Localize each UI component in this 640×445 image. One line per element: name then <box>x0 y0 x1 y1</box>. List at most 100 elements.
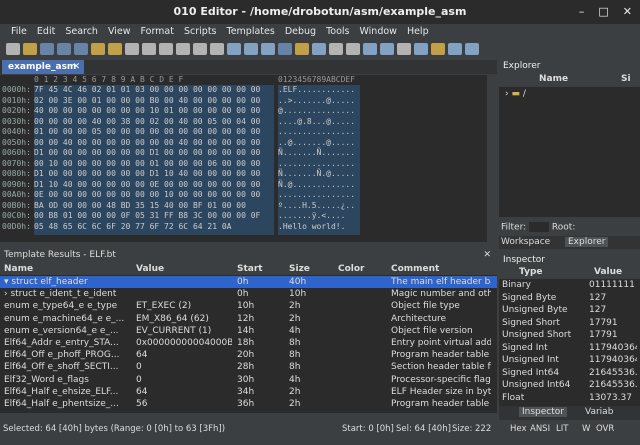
hex-bytes[interactable]: 05 48 65 6C 6C 6F 20 77 6F 72 6C 64 21 0… <box>34 222 231 232</box>
paragraph-icon[interactable] <box>346 43 360 55</box>
panel-close-icon[interactable]: ✕ <box>483 248 491 262</box>
inspector-row[interactable]: Signed Int64 21645536... <box>499 367 640 379</box>
hex-ascii[interactable]: º....H.5.....¿.. <box>278 201 355 211</box>
paste-icon[interactable] <box>142 43 156 55</box>
histogram-icon[interactable] <box>431 43 445 55</box>
cut-icon[interactable] <box>125 43 139 55</box>
menu-help[interactable]: Help <box>402 24 434 40</box>
bookmark-icon[interactable] <box>397 43 411 55</box>
hex-ascii[interactable]: ....@.8...@..... <box>278 117 355 127</box>
explorer-col-name[interactable]: Name <box>539 74 568 84</box>
inspector-row[interactable]: Signed Int 1179403647 <box>499 342 640 354</box>
template-row[interactable]: Elf64_Off e_shoff_SECTI...028h8hFg: Bg:S… <box>0 361 497 373</box>
template-row[interactable]: Elf64_Off e_phoff_PROG...6420h8hFg: Bg:P… <box>0 349 497 361</box>
tab-variables[interactable]: Variab <box>585 407 613 417</box>
template-row[interactable]: enum e_machine64_e e_... EM_X86_64 (62) 12… <box>0 313 497 325</box>
hex-editor[interactable]: 0 1 2 3 4 5 6 7 8 9 A B C D E F 01234567… <box>0 75 497 242</box>
hex-bytes[interactable]: 01 00 00 00 05 00 00 00 00 00 00 00 00 0… <box>34 127 260 137</box>
template-row[interactable]: Elf32_Word e_flags030h4hFg: Bg:Processor… <box>0 374 497 386</box>
menu-tools[interactable]: Tools <box>321 24 354 40</box>
tab-explorer[interactable]: Explorer <box>565 237 609 247</box>
inspector-row[interactable]: Binary 01111111 <box>499 279 640 291</box>
hex-bytes[interactable]: 02 00 3E 00 01 00 00 00 B0 00 40 00 00 0… <box>34 96 260 106</box>
template-row[interactable]: › struct e_ident_t e_ident0h10hFg: Bg:Ma… <box>0 288 497 300</box>
status-hex[interactable]: Hex <box>510 423 527 435</box>
minimize-icon[interactable]: – <box>579 0 585 24</box>
hex-bytes[interactable]: 7F 45 4C 46 02 01 01 03 00 00 00 00 00 0… <box>34 85 260 95</box>
hex-ascii[interactable]: @............... <box>278 106 355 116</box>
status-ovr[interactable]: OVR <box>596 423 614 435</box>
inspector-row[interactable]: Signed Byte 127 <box>499 292 640 304</box>
calculator-icon[interactable] <box>414 43 428 55</box>
save-icon[interactable] <box>40 43 54 55</box>
tab-close-icon[interactable]: ✕ <box>72 60 80 74</box>
menu-templates[interactable]: Templates <box>222 24 280 40</box>
menu-edit[interactable]: Edit <box>32 24 60 40</box>
hex-ascii[interactable]: ................ <box>278 127 355 137</box>
tab-workspace[interactable]: Workspace <box>501 237 550 247</box>
maximize-icon[interactable]: □ <box>598 0 608 24</box>
hex-ascii[interactable]: Ñ.......Ñ....... <box>278 148 355 158</box>
hex-bytes[interactable]: 00 00 00 00 40 00 38 00 02 00 40 00 05 0… <box>34 117 260 127</box>
template-row[interactable]: Elf64_Half e_phentsize_...5636h2hFg: Bg:… <box>0 398 497 410</box>
hex-bytes[interactable]: 00 10 00 00 00 00 00 00 01 00 00 00 06 0… <box>34 159 260 169</box>
tab-inspector[interactable]: Inspector <box>519 407 567 417</box>
template-row[interactable]: Elf64_Addr e_entry_STA... 0x0000000000400… <box>0 337 497 349</box>
copy-icon[interactable] <box>74 43 88 55</box>
menu-format[interactable]: Format <box>136 24 179 40</box>
hex-bytes[interactable]: BA 0D 00 00 00 48 BD 35 15 40 00 BF 01 0… <box>34 201 246 211</box>
open-file-icon[interactable] <box>23 43 37 55</box>
chevron-right-icon[interactable]: › <box>505 89 509 99</box>
hex-bytes[interactable]: D1 10 40 00 00 00 00 00 0E 00 00 00 00 0… <box>34 180 260 190</box>
hex-bytes[interactable]: 00 00 40 00 00 00 00 00 00 00 40 00 00 0… <box>34 138 260 148</box>
inspector-col-value[interactable]: Value <box>594 267 622 277</box>
hex-mode-icon[interactable] <box>312 43 326 55</box>
menu-file[interactable]: File <box>6 24 32 40</box>
hex-bytes[interactable]: D1 00 00 00 00 00 00 00 D1 10 40 00 00 0… <box>34 169 260 179</box>
columns-icon[interactable] <box>363 43 377 55</box>
tree-item-root[interactable]: › ▬ / <box>505 89 526 99</box>
redo-icon[interactable] <box>193 43 207 55</box>
hex-ascii[interactable]: Ñ.@............. <box>278 180 355 190</box>
goto-icon[interactable] <box>244 43 258 55</box>
status-w[interactable]: W <box>582 423 590 435</box>
inspector-row[interactable]: Unsigned Short 17791 <box>499 329 640 341</box>
template-row[interactable]: Elf64_Half e_ehsize_ELF...6434h2hFg: Bg:… <box>0 386 497 398</box>
inspector-col-type[interactable]: Type <box>519 267 542 277</box>
template-icon[interactable] <box>278 43 292 55</box>
hex-bytes[interactable]: D1 00 00 00 00 00 00 00 D1 00 00 00 00 0… <box>34 148 260 158</box>
col-size[interactable]: Size <box>289 263 335 275</box>
menu-debug[interactable]: Debug <box>280 24 321 40</box>
inspector-row[interactable]: Unsigned Int64 21645536... <box>499 379 640 391</box>
menu-window[interactable]: Window <box>354 24 401 40</box>
close-icon[interactable]: ✕ <box>623 0 632 24</box>
new-file-icon[interactable] <box>6 43 20 55</box>
col-comment[interactable]: Comment <box>391 263 491 275</box>
folder-icon[interactable] <box>91 43 105 55</box>
template-row[interactable]: enum e_type64_e e_typeET_EXEC (2)10h2hFg… <box>0 300 497 312</box>
workspace-icon[interactable] <box>108 43 122 55</box>
hex-bytes[interactable]: 0E 00 00 00 00 00 00 00 00 10 00 00 00 0… <box>34 190 260 200</box>
script-icon[interactable] <box>295 43 309 55</box>
inspector-row[interactable]: Unsigned Byte 127 <box>499 304 640 316</box>
hex-ascii[interactable]: .......ÿ.<.... <box>278 211 345 221</box>
explorer-col-si[interactable]: Si <box>621 74 631 84</box>
col-value[interactable]: Value <box>136 263 232 275</box>
hex-bytes[interactable]: 40 00 00 00 00 00 00 00 10 01 00 00 00 0… <box>34 106 260 116</box>
template-row[interactable]: ▾ struct elf_header0h40hFg: Bg:The main … <box>0 276 497 288</box>
split-icon[interactable] <box>380 43 394 55</box>
col-start[interactable]: Start <box>237 263 283 275</box>
undo-icon[interactable] <box>176 43 190 55</box>
replace-icon[interactable] <box>227 43 241 55</box>
status-ansi[interactable]: ANSI <box>530 423 550 435</box>
col-color[interactable]: Color <box>338 263 388 275</box>
col-name[interactable]: Name <box>4 263 132 275</box>
menu-view[interactable]: View <box>103 24 136 40</box>
hex-ascii[interactable]: .ELF............ <box>278 85 355 95</box>
tab-example-asm[interactable]: example_asm ✕ <box>2 60 84 74</box>
checksum-icon[interactable] <box>465 43 479 55</box>
inspector-row[interactable]: Float 13073.37 <box>499 392 640 404</box>
hex-ascii[interactable]: ..@.......@..... <box>278 138 355 148</box>
inspector-row[interactable]: Unsigned Int 1179403647 <box>499 354 640 366</box>
menu-search[interactable]: Search <box>60 24 103 40</box>
